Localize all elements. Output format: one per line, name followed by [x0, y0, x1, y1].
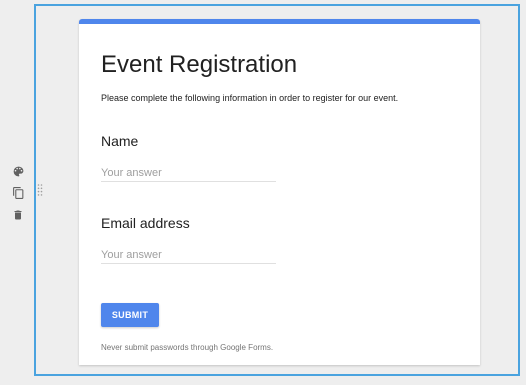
item-tools: [10, 162, 26, 224]
drag-dots-icon: [37, 184, 43, 196]
drag-handle[interactable]: [37, 183, 43, 197]
left-gutter: [0, 0, 34, 385]
submit-button[interactable]: SUBMIT: [101, 303, 159, 327]
form-preview-card: Event Registration Please complete the f…: [79, 19, 480, 365]
question-label-name: Name: [101, 133, 139, 149]
form-description: Please complete the following informatio…: [101, 93, 399, 103]
duplicate-button[interactable]: [10, 184, 26, 202]
form-title: Event Registration: [101, 51, 298, 78]
email-field[interactable]: [101, 247, 276, 264]
question-label-email: Email address: [101, 215, 190, 231]
delete-button[interactable]: [10, 206, 26, 224]
palette-button[interactable]: [10, 162, 26, 180]
copy-icon: [12, 187, 23, 199]
name-field[interactable]: [101, 165, 276, 182]
footer-note: Never submit passwords through Google Fo…: [101, 343, 274, 352]
form-editor-canvas: Event Registration Please complete the f…: [0, 0, 526, 385]
trash-icon: [14, 210, 22, 220]
palette-icon: [13, 166, 23, 176]
